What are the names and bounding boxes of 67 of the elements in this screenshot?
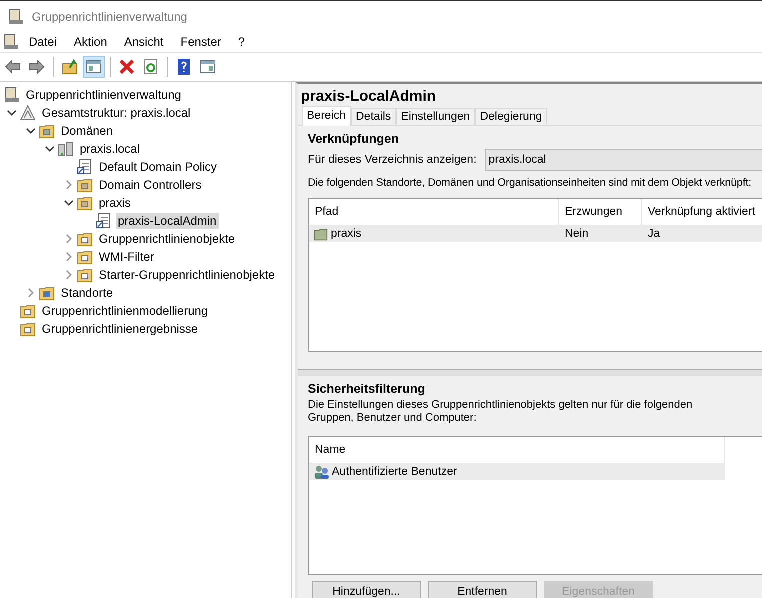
- folder-icon: [77, 249, 93, 265]
- server-icon: [58, 141, 74, 157]
- tree-item[interactable]: Gruppenrichtlinienverwaltung: [24, 87, 184, 103]
- section-heading: Verknüpfungen: [308, 131, 400, 148]
- scroll-icon: [3, 34, 19, 50]
- triangle-icon: [20, 105, 36, 121]
- window-title: Gruppenrichtlinienverwaltung: [32, 10, 188, 24]
- section-heading: Sicherheitsfilterung: [308, 381, 426, 398]
- chevron-right-icon[interactable]: [64, 252, 74, 262]
- scope-dropdown[interactable]: praxis.local: [484, 149, 762, 171]
- chevron-down-icon[interactable]: [7, 108, 17, 118]
- chevron-right-icon[interactable]: [64, 270, 74, 280]
- pane-title: praxis-LocalAdmin: [300, 87, 438, 106]
- table-cell: Authentifizierte Benutzer: [332, 466, 458, 478]
- tree-item[interactable]: praxis-LocalAdmin: [116, 213, 219, 229]
- table-row[interactable]: Authentifizierte Benutzer: [309, 463, 725, 480]
- tree-item[interactable]: Domain Controllers: [97, 177, 204, 193]
- tab[interactable]: Einstellungen: [396, 108, 476, 125]
- description-text: Die Einstellungen dieses Gruppenrichtlinienobjekts gelten nur für die folgenden Gruppen, Benutzer und Computer:: [308, 399, 694, 426]
- menu-item[interactable]: Aktion: [66, 35, 116, 49]
- table-cell: praxis: [331, 228, 362, 240]
- table-cell: Ja: [648, 228, 660, 240]
- tab[interactable]: Delegierung: [475, 108, 548, 125]
- menu-item[interactable]: Datei: [21, 35, 66, 49]
- users-icon: [314, 464, 330, 478]
- chevron-down-icon[interactable]: [45, 144, 55, 154]
- chevron-down-icon[interactable]: [64, 198, 74, 208]
- folder-icon: [39, 123, 55, 139]
- tab[interactable]: Details: [351, 108, 396, 125]
- tree-item[interactable]: Gruppenrichtlinienergebnisse: [40, 321, 200, 337]
- document-icon: [96, 213, 112, 229]
- folder-icon: [77, 195, 93, 211]
- tab[interactable]: Bereich: [302, 106, 351, 126]
- menu-item[interactable]: Fenster: [172, 35, 230, 49]
- tree-item[interactable]: Gruppenrichtlinienobjekte: [97, 231, 238, 247]
- tree-item[interactable]: Standorte: [59, 285, 116, 301]
- folder-icon: [20, 321, 36, 337]
- action-button[interactable]: Hinzufügen...: [312, 581, 421, 598]
- tree-item[interactable]: praxis.local: [78, 141, 142, 157]
- table-cell: Nein: [565, 228, 589, 240]
- folder-icon: [39, 285, 55, 301]
- folder-icon: [77, 267, 93, 283]
- folder-icon: [314, 226, 328, 240]
- tree-pane-icon[interactable]: [83, 56, 105, 78]
- folder-icon: [77, 177, 93, 193]
- action-button[interactable]: Entfernen: [428, 581, 537, 598]
- scroll-icon: [8, 8, 24, 24]
- field-label: Für dieses Verzeichnis anzeigen:: [308, 154, 477, 166]
- tree-item[interactable]: Gruppenrichtlinienmodellierung: [40, 303, 210, 319]
- folder-icon: [20, 303, 36, 319]
- table-row[interactable]: praxis Nein Ja: [309, 225, 762, 242]
- document-icon: [77, 159, 93, 175]
- description-text: Die folgenden Standorte, Domänen und Organisationseinheiten sind mit dem Objekt verknüpft:: [308, 176, 753, 191]
- chevron-right-icon[interactable]: [26, 288, 36, 298]
- tree-item[interactable]: WMI-Filter: [97, 249, 156, 265]
- menu-item[interactable]: ?: [230, 35, 254, 49]
- chevron-right-icon[interactable]: [64, 234, 74, 244]
- tree-item[interactable]: Domänen: [59, 123, 116, 139]
- tree-item[interactable]: Gesamtstruktur: praxis.local: [40, 105, 193, 121]
- menu-item[interactable]: Ansicht: [116, 35, 173, 49]
- folder-icon: [77, 231, 93, 247]
- tree-item[interactable]: Default Domain Policy: [97, 159, 220, 175]
- chevron-down-icon[interactable]: [26, 126, 36, 136]
- tree-item[interactable]: Starter-Gruppenrichtlinienobjekte: [97, 267, 278, 283]
- tree-item[interactable]: praxis: [97, 195, 134, 211]
- scroll-icon: [4, 87, 20, 103]
- chevron-right-icon[interactable]: [64, 180, 74, 190]
